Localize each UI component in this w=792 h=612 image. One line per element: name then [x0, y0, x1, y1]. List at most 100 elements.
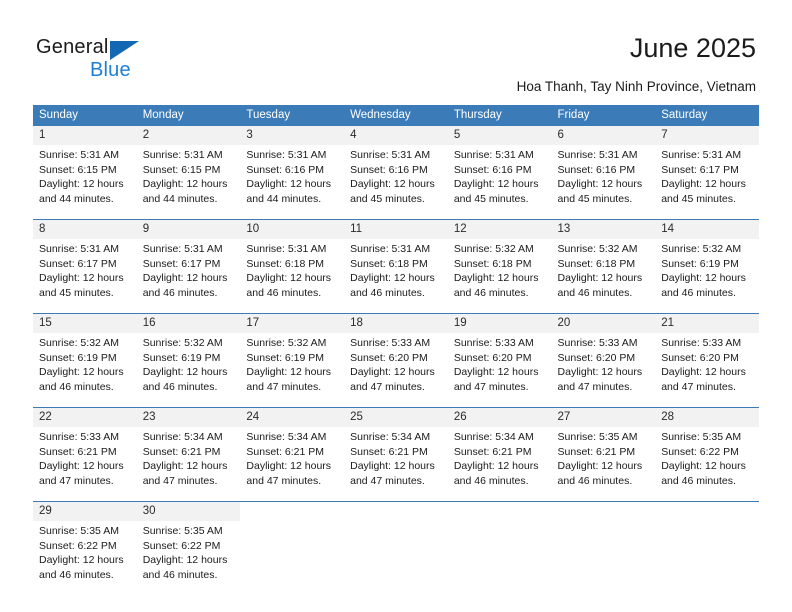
weekday-header-saturday: Saturday	[655, 105, 759, 126]
day-number[interactable]: 20	[551, 314, 656, 333]
week-3-details-row: Sunrise: 5:32 AM Sunset: 6:19 PM Dayligh…	[33, 333, 759, 408]
calendar-page: General Blue June 2025 Hoa Thanh, Tay Ni…	[0, 0, 792, 612]
day-number[interactable]: 7	[655, 126, 759, 145]
sunrise-text: Sunrise: 5:32 AM	[453, 243, 534, 255]
sunrise-text: Sunrise: 5:31 AM	[39, 149, 119, 161]
day-cell: Sunrise: 5:32 AM Sunset: 6:19 PM Dayligh…	[655, 239, 759, 314]
sunset-text: Sunset: 6:16 PM	[350, 163, 428, 176]
daylight-text: Daylight: 12 hours and 46 minutes.	[661, 460, 746, 487]
day-number[interactable]: 5	[447, 126, 552, 145]
day-cell: Sunrise: 5:33 AM Sunset: 6:20 PM Dayligh…	[551, 333, 656, 408]
sunset-text: Sunset: 6:18 PM	[350, 257, 428, 270]
day-number[interactable]: 23	[136, 408, 241, 427]
day-number[interactable]: 2	[136, 126, 241, 145]
day-number[interactable]: 12	[447, 220, 552, 239]
day-cell: Sunrise: 5:33 AM Sunset: 6:21 PM Dayligh…	[33, 427, 137, 502]
day-number[interactable]: 25	[344, 408, 448, 427]
sunrise-text: Sunrise: 5:32 AM	[246, 337, 327, 349]
sunrise-text: Sunrise: 5:34 AM	[350, 431, 431, 443]
day-number[interactable]: 21	[655, 314, 759, 333]
sunrise-text: Sunrise: 5:33 AM	[557, 337, 638, 349]
day-number[interactable]: 15	[33, 314, 137, 333]
daylight-text: Daylight: 12 hours and 46 minutes.	[142, 554, 228, 581]
sunrise-text: Sunrise: 5:33 AM	[350, 337, 431, 349]
day-number[interactable]: 19	[447, 314, 552, 333]
day-cell: Sunrise: 5:33 AM Sunset: 6:20 PM Dayligh…	[344, 333, 448, 408]
daylight-text: Daylight: 12 hours and 47 minutes.	[246, 366, 332, 393]
general-blue-logo: General Blue	[36, 36, 216, 88]
day-number[interactable]: 13	[551, 220, 656, 239]
sunset-text: Sunset: 6:20 PM	[453, 351, 532, 364]
day-number[interactable]: 28	[655, 408, 759, 427]
day-cell-empty	[240, 521, 345, 595]
day-number[interactable]: 24	[240, 408, 345, 427]
week-3-daynumber-row: 15 16 17 18 19 20 21	[33, 314, 759, 333]
day-cell: Sunrise: 5:31 AM Sunset: 6:15 PM Dayligh…	[136, 145, 241, 220]
week-2-daynumber-row: 8 9 10 11 12 13 14	[33, 220, 759, 239]
day-number[interactable]: 10	[240, 220, 345, 239]
day-number-empty	[240, 502, 345, 521]
weekday-header-monday: Monday	[136, 105, 241, 126]
day-number[interactable]: 8	[33, 220, 137, 239]
daylight-text: Daylight: 12 hours and 47 minutes.	[246, 460, 332, 487]
day-number-empty	[447, 502, 552, 521]
day-number[interactable]: 16	[136, 314, 241, 333]
week-5-daynumber-row: 29 30	[33, 502, 759, 521]
day-number[interactable]: 9	[136, 220, 241, 239]
logo-triangle-icon	[110, 41, 139, 60]
day-number[interactable]: 29	[33, 502, 137, 521]
day-cell: Sunrise: 5:34 AM Sunset: 6:21 PM Dayligh…	[447, 427, 552, 502]
day-number[interactable]: 27	[551, 408, 656, 427]
sunset-text: Sunset: 6:22 PM	[661, 445, 739, 458]
day-number[interactable]: 14	[655, 220, 759, 239]
day-number[interactable]: 22	[33, 408, 137, 427]
daylight-text: Daylight: 12 hours and 45 minutes.	[39, 272, 124, 299]
sunset-text: Sunset: 6:21 PM	[39, 445, 117, 458]
sunset-text: Sunset: 6:19 PM	[661, 257, 739, 270]
daylight-text: Daylight: 12 hours and 45 minutes.	[557, 178, 643, 205]
day-number[interactable]: 18	[344, 314, 448, 333]
day-number[interactable]: 30	[136, 502, 241, 521]
day-cell: Sunrise: 5:34 AM Sunset: 6:21 PM Dayligh…	[136, 427, 241, 502]
sunrise-text: Sunrise: 5:31 AM	[246, 243, 327, 255]
day-number[interactable]: 4	[344, 126, 448, 145]
sunset-text: Sunset: 6:19 PM	[142, 351, 221, 364]
daylight-text: Daylight: 12 hours and 46 minutes.	[557, 460, 643, 487]
day-number[interactable]: 6	[551, 126, 656, 145]
sunrise-text: Sunrise: 5:35 AM	[142, 525, 223, 537]
logo-text-general: General	[36, 36, 109, 58]
weekday-header-friday: Friday	[551, 105, 656, 126]
day-number[interactable]: 11	[344, 220, 448, 239]
daylight-text: Daylight: 12 hours and 44 minutes.	[39, 178, 124, 205]
calendar-header-row: Sunday Monday Tuesday Wednesday Thursday…	[33, 105, 759, 126]
sunset-text: Sunset: 6:18 PM	[453, 257, 532, 270]
day-number-empty	[655, 502, 759, 521]
day-cell: Sunrise: 5:33 AM Sunset: 6:20 PM Dayligh…	[655, 333, 759, 408]
day-number[interactable]: 17	[240, 314, 345, 333]
sunset-text: Sunset: 6:21 PM	[246, 445, 325, 458]
sunrise-text: Sunrise: 5:31 AM	[142, 149, 223, 161]
day-cell: Sunrise: 5:34 AM Sunset: 6:21 PM Dayligh…	[344, 427, 448, 502]
day-number[interactable]: 1	[33, 126, 137, 145]
daylight-text: Daylight: 12 hours and 46 minutes.	[350, 272, 435, 299]
sunset-text: Sunset: 6:22 PM	[142, 539, 221, 552]
day-cell: Sunrise: 5:31 AM Sunset: 6:17 PM Dayligh…	[655, 145, 759, 220]
day-number[interactable]: 26	[447, 408, 552, 427]
week-5-details-row: Sunrise: 5:35 AM Sunset: 6:22 PM Dayligh…	[33, 521, 759, 595]
day-cell: Sunrise: 5:32 AM Sunset: 6:19 PM Dayligh…	[136, 333, 241, 408]
day-cell: Sunrise: 5:35 AM Sunset: 6:21 PM Dayligh…	[551, 427, 656, 502]
sunset-text: Sunset: 6:21 PM	[142, 445, 221, 458]
sunrise-text: Sunrise: 5:31 AM	[350, 243, 431, 255]
sunset-text: Sunset: 6:18 PM	[246, 257, 325, 270]
sunrise-text: Sunrise: 5:33 AM	[661, 337, 742, 349]
day-number[interactable]: 3	[240, 126, 345, 145]
daylight-text: Daylight: 12 hours and 47 minutes.	[142, 460, 228, 487]
logo-text-blue: Blue	[90, 59, 131, 81]
daylight-text: Daylight: 12 hours and 46 minutes.	[142, 366, 228, 393]
day-number-empty	[344, 502, 448, 521]
sunrise-text: Sunrise: 5:35 AM	[557, 431, 638, 443]
sunrise-text: Sunrise: 5:31 AM	[39, 243, 119, 255]
sunset-text: Sunset: 6:17 PM	[142, 257, 221, 270]
day-cell: Sunrise: 5:31 AM Sunset: 6:18 PM Dayligh…	[344, 239, 448, 314]
day-cell: Sunrise: 5:32 AM Sunset: 6:19 PM Dayligh…	[240, 333, 345, 408]
